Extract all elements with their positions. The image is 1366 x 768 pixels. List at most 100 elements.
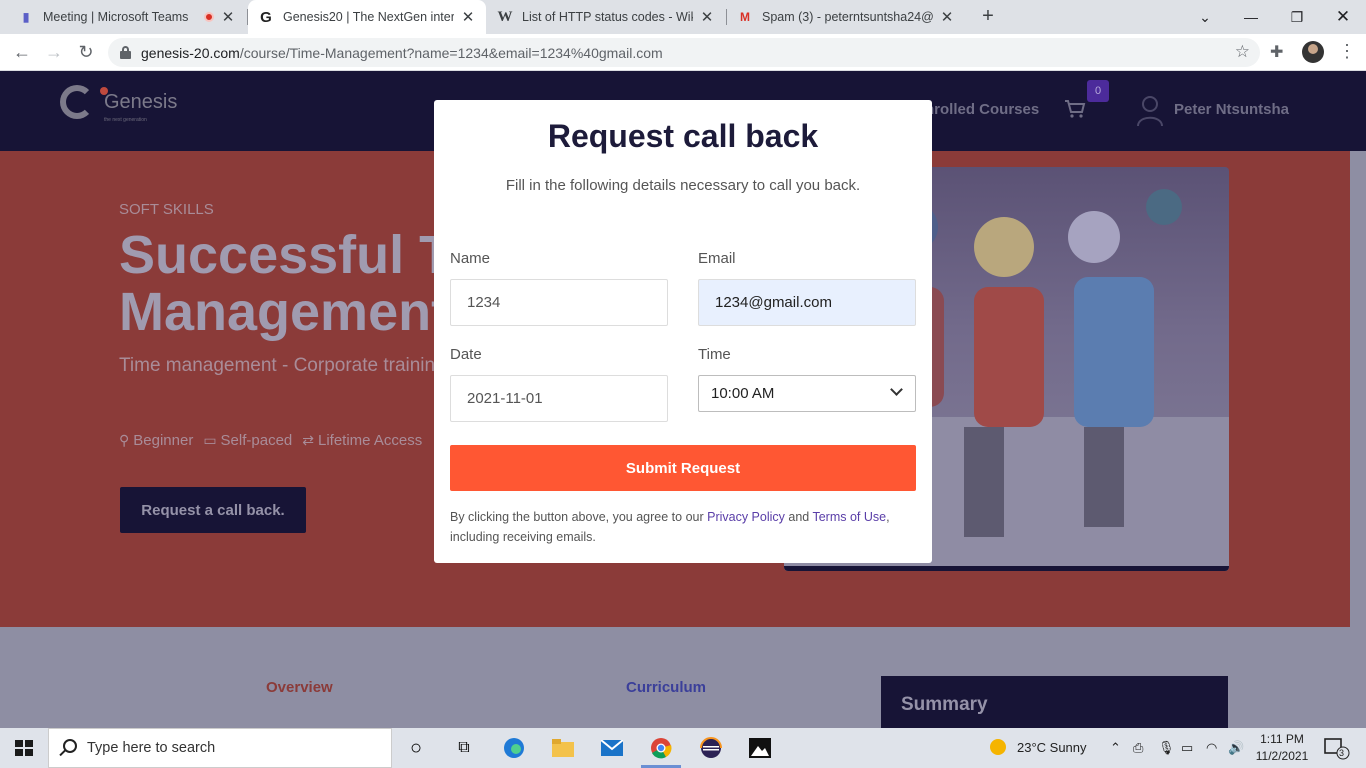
browser-menu-icon[interactable]: ⋮ [1338, 41, 1356, 62]
recording-indicator-icon [204, 12, 214, 22]
meet-now-icon[interactable]: ⎙ [1133, 740, 1143, 756]
nav-enrolled-courses[interactable]: Enrolled Courses [915, 101, 1039, 118]
forward-arrow-icon[interactable]: → [42, 40, 66, 64]
meta-access: ⇄ Lifetime Access [302, 432, 423, 449]
weather-sun-icon[interactable] [989, 738, 1007, 759]
minimize-button[interactable]: — [1228, 0, 1274, 34]
tab-teams[interactable]: ▮ Meeting | Microsoft Teams ✕ [8, 0, 246, 34]
course-subtitle: Time management - Corporate training [119, 355, 446, 376]
eclipse-icon[interactable] [699, 736, 723, 760]
reload-icon[interactable]: ↻ [74, 40, 98, 64]
date-field[interactable]: 2021-11-01 [450, 375, 668, 422]
page-scrollbar-track[interactable] [1350, 151, 1366, 728]
close-tab-icon[interactable]: ✕ [939, 8, 955, 26]
tab-genesis[interactable]: G Genesis20 | The NextGen interact ✕ [248, 0, 486, 34]
user-icon[interactable] [1137, 95, 1163, 127]
name-label: Name [450, 250, 491, 267]
tab-search-chevron-icon[interactable]: ⌄ [1182, 0, 1228, 34]
tab-title: List of HTTP status codes - Wikip [522, 10, 693, 24]
cart-icon[interactable] [1064, 99, 1086, 119]
course-meta: ⚲ Beginner ▭ Self-paced ⇄ Lifetime Access [119, 432, 422, 449]
mail-icon[interactable] [600, 736, 624, 760]
name-field[interactable]: 1234 [450, 279, 668, 326]
brand-tagline: the next generation [104, 117, 147, 123]
wifi-icon[interactable]: ◠ [1206, 740, 1217, 756]
chevron-down-icon [890, 383, 903, 396]
submit-request-button[interactable]: Submit Request [450, 445, 916, 491]
close-window-button[interactable]: ✕ [1320, 0, 1366, 34]
notification-count-badge: 3 [1339, 748, 1345, 758]
edge-icon[interactable] [502, 736, 526, 760]
chrome-icon[interactable] [649, 736, 673, 760]
email-label: Email [698, 250, 736, 267]
modal-title: Request call back [547, 118, 819, 154]
volume-icon[interactable]: 🔊 [1228, 740, 1244, 756]
request-call-back-modal: Request call back Fill in the following … [434, 100, 932, 563]
profile-avatar[interactable] [1302, 41, 1324, 63]
restore-button[interactable]: ❐ [1274, 0, 1320, 34]
address-bar[interactable]: genesis-20.com/course/Time-Management?na… [108, 38, 1260, 67]
notification-center-icon[interactable] [1324, 738, 1350, 763]
file-explorer-icon[interactable] [551, 736, 575, 760]
gmail-icon: M [740, 10, 750, 24]
extensions-puzzle-icon[interactable]: ✚ [1270, 42, 1283, 62]
terms-of-use-link[interactable]: Terms of Use [812, 510, 886, 524]
cortana-icon[interactable]: ○ [404, 736, 428, 760]
meta-pace: ▭ Self-paced [203, 432, 293, 449]
email-field[interactable]: 1234@gmail.com [698, 279, 916, 326]
tab-curriculum[interactable]: Curriculum [626, 679, 706, 696]
genesis-logo-mark [60, 85, 108, 119]
search-icon [63, 739, 77, 753]
request-call-back-button[interactable]: Request a call back. [120, 487, 306, 533]
battery-icon[interactable]: ▭ [1181, 740, 1193, 756]
new-tab-button[interactable]: + [976, 5, 1000, 29]
meta-level: ⚲ Beginner [119, 432, 194, 449]
close-tab-icon[interactable]: ✕ [220, 8, 236, 26]
weather-text[interactable]: 23°C Sunny [1017, 740, 1087, 755]
genesis-favicon: G [260, 8, 272, 26]
monitor-icon: ▭ [203, 432, 217, 448]
windows-taskbar: Type here to search ○ ⧉ 23°C Sunny ⌃ ⎙ 🎙… [0, 728, 1366, 768]
url-text: genesis-20.com/course/Time-Management?na… [141, 44, 663, 61]
clock-time: 1:11 PM [1260, 732, 1304, 746]
tab-title: Meeting | Microsoft Teams [43, 10, 189, 24]
browser-tab-strip: ▮ Meeting | Microsoft Teams ✕ G Genesis2… [0, 0, 1366, 34]
close-tab-icon[interactable]: ✕ [699, 8, 715, 26]
close-tab-icon[interactable]: ✕ [460, 8, 476, 26]
taskbar-search-placeholder: Type here to search [87, 740, 216, 756]
task-view-icon[interactable]: ⧉ [452, 736, 476, 760]
modal-description: Fill in the following details necessary … [505, 177, 861, 194]
photos-icon[interactable] [748, 736, 772, 760]
taskbar-search-box[interactable]: Type here to search [48, 728, 392, 768]
tab-title: Genesis20 | The NextGen interact [283, 10, 454, 24]
clock-date: 11/2/2021 [1255, 749, 1309, 763]
windows-start-icon[interactable] [15, 740, 33, 756]
time-select-value: 10:00 AM [711, 385, 775, 402]
teams-icon: ▮ [22, 10, 30, 24]
course-category: SOFT SKILLS [119, 201, 214, 218]
terms-notice: By clicking the button above, you agree … [450, 510, 890, 544]
time-label: Time [698, 346, 731, 363]
user-name[interactable]: Peter Ntsuntsha [1174, 101, 1289, 118]
privacy-policy-link[interactable]: Privacy Policy [707, 510, 785, 524]
tab-gmail[interactable]: M Spam (3) - peterntsuntsha24@gm ✕ [727, 0, 965, 34]
tab-title: Spam (3) - peterntsuntsha24@gm [762, 10, 933, 24]
tab-overview[interactable]: Overview [266, 679, 333, 696]
date-label: Date [450, 346, 482, 363]
browser-toolbar: ← → ↻ genesis-20.com/course/Time-Managem… [0, 34, 1366, 71]
summary-card-title: Summary [881, 676, 1228, 728]
back-arrow-icon[interactable]: ← [10, 40, 34, 64]
microphone-icon[interactable]: 🎙 [1158, 740, 1175, 756]
tab-wikipedia[interactable]: W List of HTTP status codes - Wikip ✕ [487, 0, 725, 34]
genesis-logo[interactable]: Genesis the next generation [60, 85, 178, 123]
lock-icon [120, 46, 131, 59]
wikipedia-icon: W [497, 8, 513, 25]
bookmark-star-icon[interactable]: ☆ [1235, 42, 1250, 62]
time-select[interactable]: 10:00 AM [698, 375, 916, 412]
system-clock[interactable]: 1:11 PM 11/2/2021 [1250, 731, 1314, 765]
repeat-icon: ⇄ [302, 432, 314, 448]
cart-count-badge: 0 [1087, 80, 1109, 102]
brand-name: Genesis [104, 91, 178, 113]
show-hidden-icons-chevron-icon[interactable]: ⌃ [1110, 740, 1121, 756]
person-icon: ⚲ [119, 432, 130, 448]
